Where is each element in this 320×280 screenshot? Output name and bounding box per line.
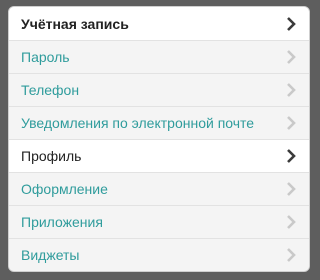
- menu-item-label: Виджеты: [21, 247, 80, 263]
- menu-item-label: Профиль: [21, 148, 82, 164]
- menu-item-profile[interactable]: Профиль: [9, 139, 309, 172]
- menu-item-widgets[interactable]: Виджеты: [9, 238, 309, 271]
- chevron-right-icon: [285, 248, 297, 262]
- chevron-right-icon: [285, 182, 297, 196]
- menu-item-label: Учётная запись: [21, 15, 129, 32]
- menu-item-email-notifications[interactable]: Уведомления по электронной почте: [9, 106, 309, 139]
- menu-item-label: Уведомления по электронной почте: [21, 115, 255, 131]
- menu-item-apps[interactable]: Приложения: [9, 205, 309, 238]
- menu-item-label: Пароль: [21, 49, 70, 65]
- settings-menu: Учётная запись Пароль Телефон Уведомлени…: [9, 7, 309, 271]
- chevron-right-icon: [285, 16, 297, 31]
- settings-menu-panel: Учётная запись Пароль Телефон Уведомлени…: [8, 6, 310, 272]
- menu-item-label: Телефон: [21, 82, 80, 98]
- chevron-right-icon: [285, 50, 297, 64]
- chevron-right-icon: [285, 215, 297, 229]
- menu-item-phone[interactable]: Телефон: [9, 73, 309, 106]
- chevron-right-icon: [285, 116, 297, 130]
- menu-item-account[interactable]: Учётная запись: [9, 7, 309, 40]
- menu-item-password[interactable]: Пароль: [9, 40, 309, 73]
- menu-item-label: Оформление: [21, 181, 108, 197]
- chevron-right-icon: [285, 83, 297, 97]
- menu-item-appearance[interactable]: Оформление: [9, 172, 309, 205]
- menu-item-label: Приложения: [21, 214, 103, 230]
- chevron-right-icon: [285, 149, 297, 163]
